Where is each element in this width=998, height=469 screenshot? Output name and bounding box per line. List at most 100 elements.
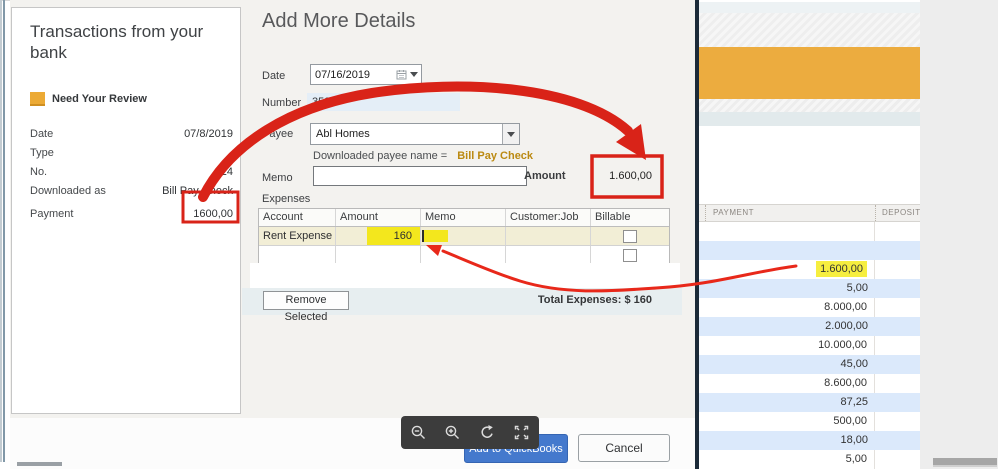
payment-cell[interactable]: 8.600,00	[699, 374, 875, 393]
field-value: Bill Pay Check	[162, 184, 233, 197]
customer-job-cell[interactable]	[506, 227, 591, 245]
register-band	[699, 99, 920, 112]
calendar-icon[interactable]	[396, 69, 407, 80]
register-row[interactable]: 8.000,00	[699, 298, 920, 317]
downloaded-payee-line: Downloaded payee name = Bill Pay Check	[313, 150, 533, 162]
transaction-fields: Date 07/8/2019 Type No. 24 Downloaded as…	[30, 124, 233, 223]
payee-value: Abl Homes	[316, 128, 370, 140]
field-label: Date	[30, 127, 54, 140]
deposit-cell[interactable]	[875, 412, 920, 431]
memo-cell[interactable]	[421, 227, 506, 245]
register-row[interactable]: 10.000,00	[699, 336, 920, 355]
zoom-in-icon[interactable]	[444, 424, 462, 442]
register-row[interactable]: 5,00	[699, 450, 920, 469]
payment-cell[interactable]: 500,00	[699, 412, 875, 431]
register-row[interactable]: 5,00	[699, 279, 920, 298]
deposit-cell[interactable]	[875, 241, 920, 260]
memo-input[interactable]	[313, 166, 527, 186]
payment-column-header[interactable]: PAYMENT	[705, 205, 875, 221]
dropdown-arrow-icon[interactable]	[410, 72, 418, 77]
expenses-column-header[interactable]: Billable	[591, 209, 669, 226]
image-viewer-toolbar	[401, 416, 539, 449]
payment-cell[interactable]: 1.600,00	[699, 260, 875, 279]
status-label: Need Your Review	[52, 93, 147, 105]
rotate-icon[interactable]	[478, 424, 496, 442]
amount-cell[interactable]: 160	[336, 227, 421, 245]
expenses-column-header[interactable]: Account	[259, 209, 336, 226]
date-field[interactable]: 07/16/2019	[310, 64, 422, 85]
remove-selected-button[interactable]: Remove Selected	[263, 291, 349, 323]
payment-cell[interactable]: 10.000,00	[699, 336, 875, 355]
payment-cell[interactable]: 5,00	[699, 450, 875, 469]
total-expenses: Total Expenses: $ 160	[537, 294, 652, 306]
field-label: No.	[30, 165, 48, 178]
register-row[interactable]: 18,00	[699, 431, 920, 450]
account-cell[interactable]: Rent Expense	[259, 227, 336, 245]
amount-value: 1.600,00	[609, 170, 652, 182]
account-cell[interactable]	[259, 246, 336, 264]
customer-job-cell[interactable]	[506, 246, 591, 264]
deposit-cell[interactable]	[875, 355, 920, 374]
expense-row[interactable]: Rent Expense 160	[259, 227, 669, 246]
scrollbar-fragment	[933, 458, 997, 467]
deposit-cell[interactable]	[875, 450, 920, 469]
payment-cell[interactable]: 45,00	[699, 355, 875, 374]
billable-checkbox[interactable]	[623, 229, 637, 243]
register-header: PAYMENT DEPOSIT	[699, 204, 920, 222]
payment-cell[interactable]: 8.000,00	[699, 298, 875, 317]
payment-cell[interactable]: 5,00	[699, 279, 875, 298]
transactions-panel: Transactions from your bank Need Your Re…	[11, 7, 241, 414]
deposit-cell[interactable]	[875, 222, 920, 241]
downloaded-payee-value: Bill Pay Check	[457, 150, 534, 162]
transaction-field-row: No. 24	[30, 162, 233, 181]
payee-dropdown[interactable]: Abl Homes	[310, 123, 520, 145]
billable-checkbox[interactable]	[623, 248, 637, 262]
deposit-cell[interactable]	[875, 393, 920, 412]
deposit-cell[interactable]	[875, 431, 920, 450]
amount-cell[interactable]	[336, 246, 421, 264]
downloaded-payee-label: Downloaded payee name =	[313, 150, 448, 162]
memo-cell[interactable]	[421, 246, 506, 264]
register-row[interactable]: 87,25	[699, 393, 920, 412]
amount-label: Amount	[524, 170, 566, 182]
register-row[interactable]: 8.600,00	[699, 374, 920, 393]
expenses-column-header[interactable]: Memo	[421, 209, 506, 226]
transaction-field-row: Date 07/8/2019	[30, 124, 233, 143]
deposit-cell[interactable]	[875, 336, 920, 355]
register-row[interactable]	[699, 241, 920, 260]
window-left-edge-inner	[3, 0, 5, 462]
deposit-cell[interactable]	[875, 317, 920, 336]
number-value: 3524	[307, 93, 460, 111]
fullscreen-icon[interactable]	[513, 424, 531, 442]
deposit-cell[interactable]	[875, 374, 920, 393]
register-row[interactable]: 1.600,00	[699, 260, 920, 279]
register-band	[699, 2, 920, 13]
deposit-cell[interactable]	[875, 298, 920, 317]
register-row[interactable]	[699, 222, 920, 241]
transaction-field-row: Downloaded as Bill Pay Check	[30, 181, 233, 200]
payment-cell[interactable]	[699, 241, 875, 260]
billable-cell	[591, 227, 669, 245]
register-row[interactable]: 2.000,00	[699, 317, 920, 336]
number-label: Number	[262, 97, 302, 109]
deposit-column-header[interactable]: DEPOSIT	[875, 205, 920, 221]
payment-cell[interactable]: 87,25	[699, 393, 875, 412]
cancel-button[interactable]: Cancel	[578, 434, 670, 462]
expenses-column-header[interactable]: Amount	[336, 209, 421, 226]
expenses-column-header[interactable]: Customer:Job	[506, 209, 591, 226]
deposit-cell[interactable]	[875, 260, 920, 279]
memo-label: Memo	[262, 172, 293, 184]
expense-row[interactable]	[259, 246, 669, 264]
zoom-out-icon[interactable]	[409, 424, 427, 442]
deposit-cell[interactable]	[875, 279, 920, 298]
field-label: Payment	[30, 207, 74, 220]
orange-square-icon	[30, 92, 45, 106]
register-band	[699, 112, 920, 126]
payment-cell[interactable]	[699, 222, 875, 241]
payment-cell[interactable]: 18,00	[699, 431, 875, 450]
field-value: 07/8/2019	[184, 127, 233, 140]
payment-cell[interactable]: 2.000,00	[699, 317, 875, 336]
date-value: 07/16/2019	[315, 68, 371, 81]
register-row[interactable]: 500,00	[699, 412, 920, 431]
register-row[interactable]: 45,00	[699, 355, 920, 374]
